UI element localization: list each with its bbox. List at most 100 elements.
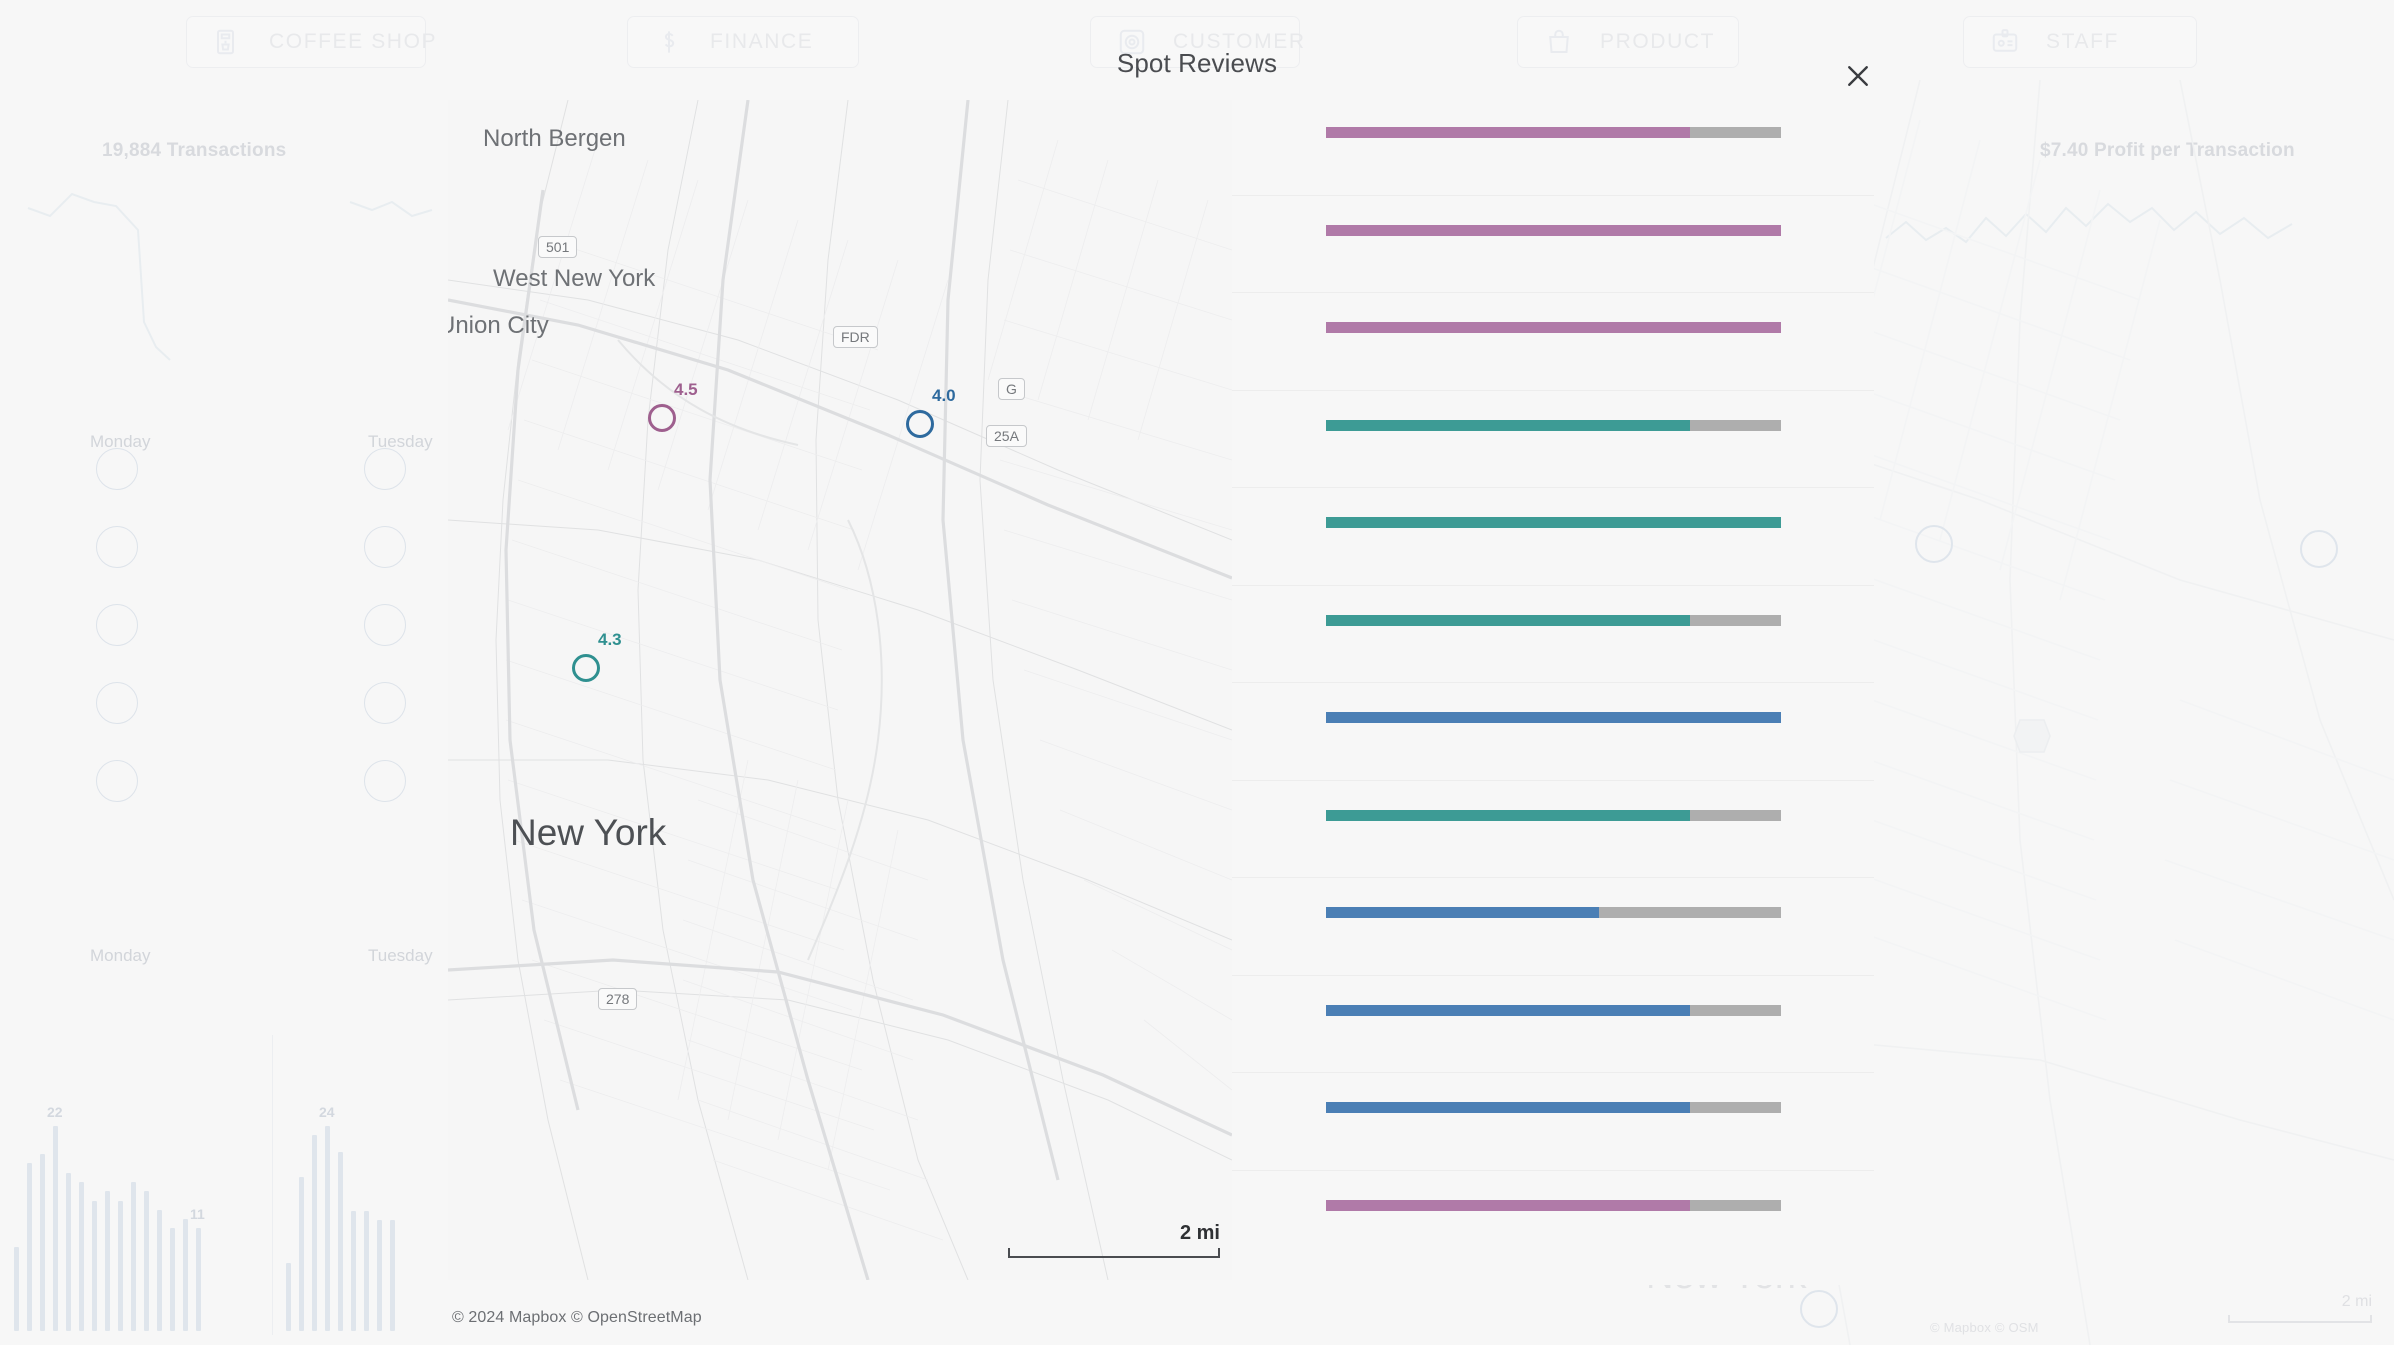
hour-bar-group (377, 1101, 382, 1331)
hour-bar-group (183, 1101, 188, 1331)
calendar-day-cell[interactable] (364, 604, 406, 646)
close-icon[interactable] (1836, 54, 1880, 98)
rating-bar-fill (1326, 809, 1690, 821)
tab-label: FINANCE (710, 30, 814, 53)
hour-bar (325, 1126, 330, 1331)
review-row[interactable] (1232, 293, 1874, 391)
hour-bar-group (299, 1101, 304, 1331)
hour-bar (66, 1173, 71, 1331)
target-icon (1117, 27, 1147, 57)
map-shield-g: G (998, 378, 1025, 400)
reviews-list[interactable] (1232, 98, 1874, 1285)
review-row[interactable] (1232, 1073, 1874, 1171)
review-row[interactable] (1232, 488, 1874, 586)
calendar-day-number (364, 526, 406, 568)
rating-bar-fill (1326, 1102, 1690, 1113)
hour-bar (92, 1201, 97, 1331)
calendar-day-cell[interactable] (96, 604, 138, 646)
calendar-day-cell[interactable] (364, 448, 406, 490)
rating-bar-track (1326, 614, 1781, 626)
calendar-day-cell[interactable] (364, 526, 406, 568)
map-marker-ring (648, 404, 676, 432)
bg-map-marker-3 (1800, 1290, 1838, 1328)
rating-bar-track (1326, 127, 1781, 138)
kpi-transactions: 19,884 Transactions (102, 140, 287, 161)
rating-bar-fill (1326, 1199, 1690, 1211)
map-place-north-bergen: North Bergen (483, 125, 626, 152)
reviews-map[interactable]: North Bergen West New York Union City Ne… (448, 100, 1232, 1280)
calendar-day-cell[interactable] (96, 448, 138, 490)
review-row[interactable] (1232, 1171, 1874, 1269)
hour-bar (144, 1191, 149, 1331)
calendar-day-number (364, 760, 406, 802)
hour-bar-group: 09 am (312, 1101, 317, 1331)
hour-bar (183, 1219, 188, 1331)
tab-customer[interactable]: CUSTOMER (1090, 16, 1304, 68)
rating-bar-fill (1326, 127, 1690, 138)
coffee-machine-icon (213, 27, 243, 57)
tab-finance[interactable]: FINANCE (627, 16, 859, 68)
rating-bar-fill (1326, 907, 1599, 918)
calendar-day-cell[interactable] (96, 526, 138, 568)
map-place-west-new-york: West New York (493, 265, 656, 292)
map-marker-rating-3[interactable]: 4.3 (572, 630, 622, 682)
hour-bar (377, 1220, 382, 1331)
hour-bar-value: 22 (47, 1104, 63, 1120)
hour-bar (312, 1135, 317, 1331)
review-row[interactable] (1232, 976, 1874, 1073)
calendar-day-number (96, 448, 138, 490)
calendar-header-monday-2: Monday (90, 946, 151, 965)
map-marker-rating-2[interactable]: 4.0 (906, 386, 956, 438)
calendar-day-cell[interactable] (96, 760, 138, 802)
hour-bar-group (27, 1101, 32, 1331)
rating-bar-track (1326, 1102, 1781, 1113)
rating-bar-track (1326, 322, 1781, 333)
calendar-day-cell[interactable] (96, 682, 138, 724)
hour-bar-group: 03 pm (118, 1101, 123, 1331)
review-row[interactable] (1232, 878, 1874, 976)
hour-bar (364, 1211, 369, 1331)
map-marker-ring (572, 654, 600, 682)
calendar-day-number (96, 526, 138, 568)
map-place-new-york: New York (510, 812, 667, 853)
map-shield-501: 501 (538, 236, 578, 258)
hour-bar-group: 24 (319, 1101, 335, 1331)
hour-bar-group: 03 pm (390, 1101, 395, 1331)
hourly-chart-a: 07 am 09 am2211 am 01 pm 03 pm 05 pm 07 pm 09 … (14, 1101, 205, 1331)
hour-bar-group: 01 pm (364, 1101, 369, 1331)
review-row[interactable] (1232, 196, 1874, 293)
review-row[interactable] (1232, 391, 1874, 488)
hour-bar (79, 1182, 84, 1331)
hour-bar-group: 22 (47, 1101, 63, 1331)
rating-bar-track (1326, 712, 1781, 723)
rating-bar-track (1326, 907, 1781, 918)
calendar-day-cell[interactable] (364, 682, 406, 724)
hour-bar (105, 1191, 110, 1331)
review-row[interactable] (1232, 98, 1874, 196)
bg-map-marker-2 (2300, 530, 2338, 568)
id-badge-icon (1990, 27, 2020, 57)
hour-bar (338, 1152, 343, 1331)
calendar-day-cell[interactable] (364, 760, 406, 802)
hour-bar (390, 1220, 395, 1331)
tab-coffee-shop[interactable]: COFFEE SHOP (186, 16, 436, 68)
review-row[interactable] (1232, 586, 1874, 683)
review-row[interactable] (1232, 683, 1874, 781)
rating-bar-track (1326, 419, 1781, 431)
map-marker-value: 4.0 (932, 386, 956, 405)
tab-staff[interactable]: STAFF (1963, 16, 2197, 68)
rating-bar-track (1326, 517, 1781, 528)
tab-product[interactable]: PRODUCT (1517, 16, 1739, 68)
hour-bar-group: 09 am (40, 1101, 45, 1331)
currency-icon (654, 27, 684, 57)
chart-divider (272, 1035, 273, 1335)
bg-map-marker-1 (1915, 525, 1953, 563)
review-row[interactable] (1232, 781, 1874, 878)
rating-bar-track (1326, 224, 1781, 236)
map-marker-rating-1[interactable]: 4.5 (648, 380, 698, 432)
sparkline-left (20, 172, 440, 362)
hour-bar-group: 11 am (338, 1101, 343, 1331)
hour-bar-group (131, 1101, 136, 1331)
shopping-bag-icon (1544, 27, 1574, 57)
bg-map-scale: 2 mi (2228, 1293, 2372, 1323)
